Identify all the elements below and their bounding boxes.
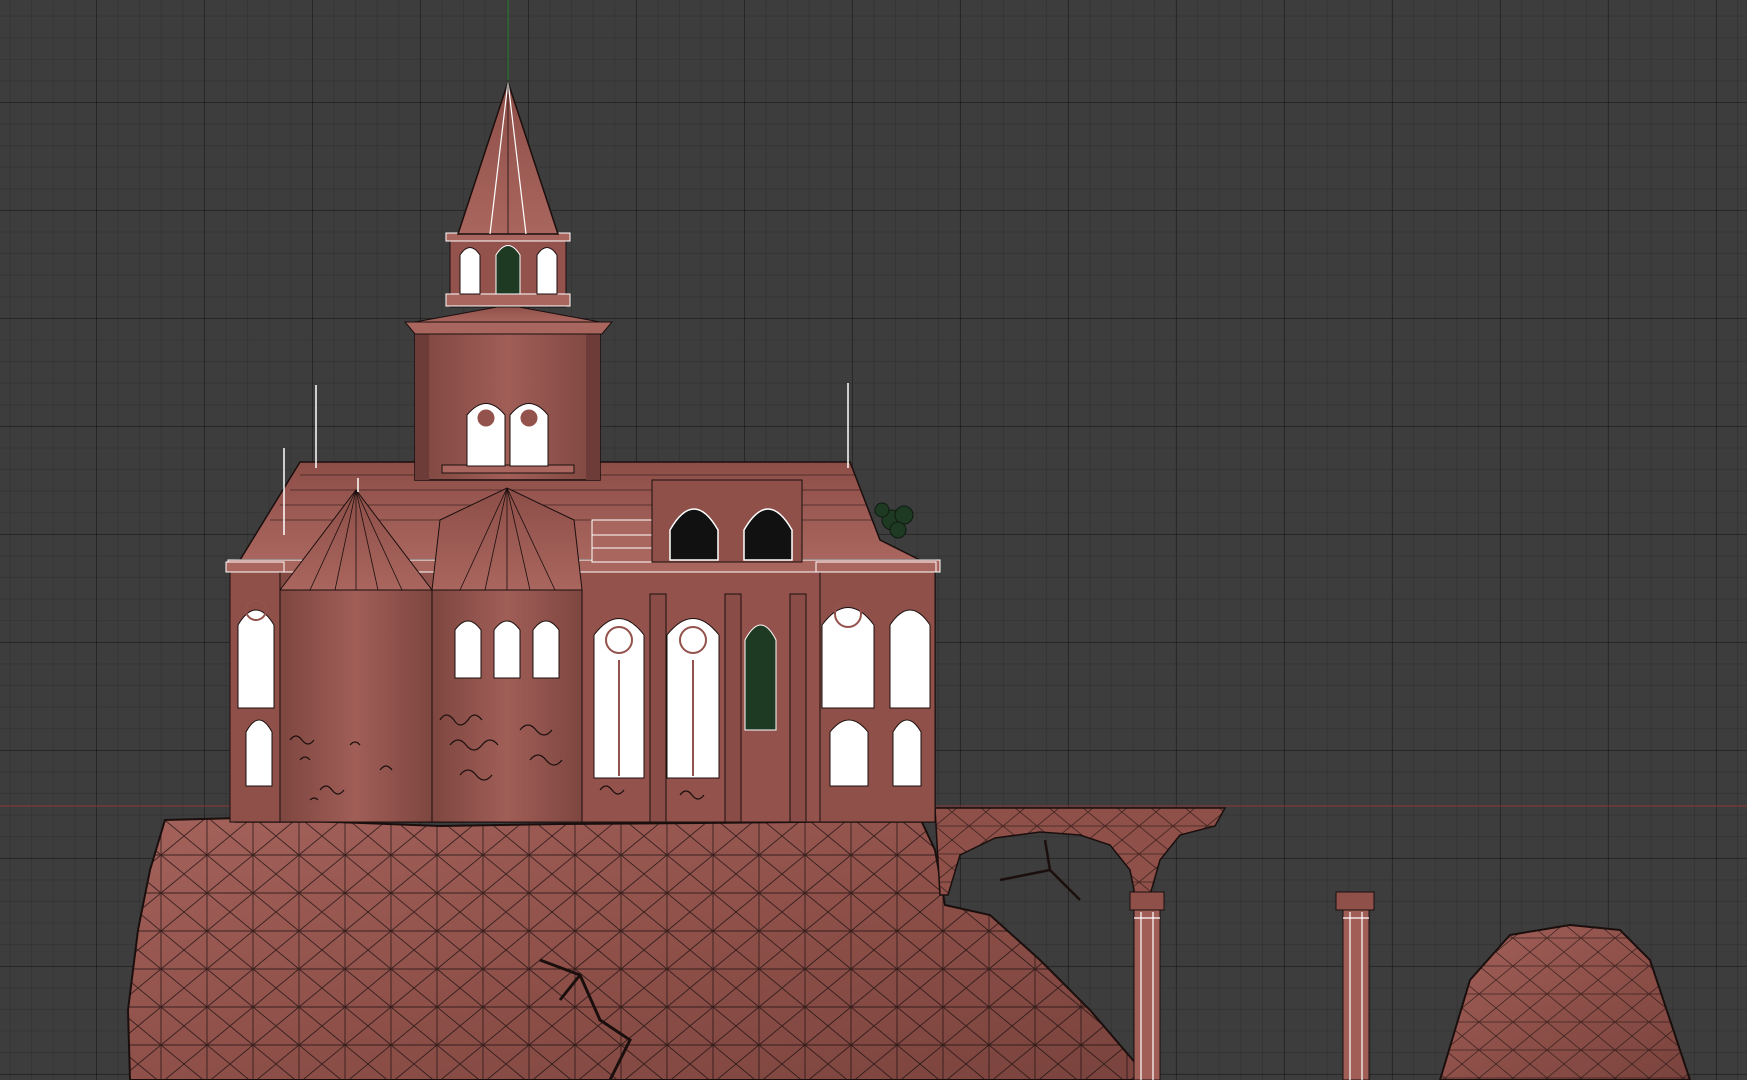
column-left <box>1129 891 1165 1080</box>
scene-render <box>0 0 1747 1080</box>
cliff-rock-mesh <box>126 816 1152 1080</box>
belfry-windows <box>459 245 558 295</box>
tree-foliage <box>874 502 914 539</box>
small-rock-mesh <box>1438 923 1692 1080</box>
3d-viewport[interactable] <box>0 0 1747 1080</box>
stone-arch-bridge <box>934 807 1227 896</box>
column-right <box>1335 891 1375 1080</box>
